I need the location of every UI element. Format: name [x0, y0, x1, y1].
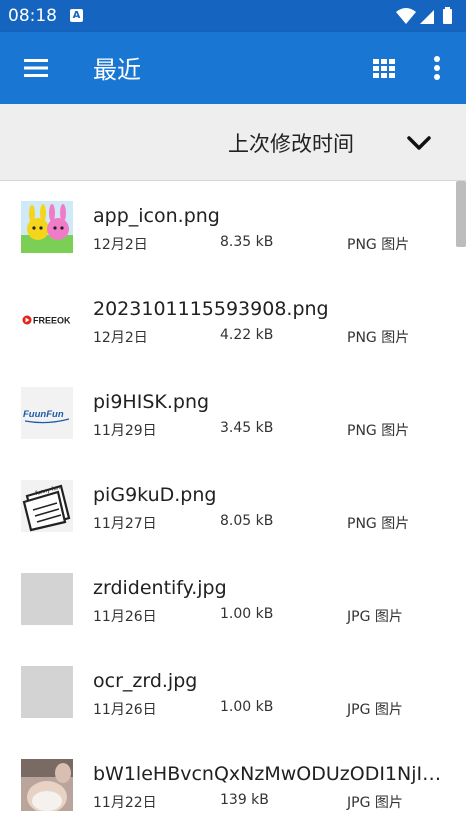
file-row[interactable]: bW1leHBvcnQxNzMwODUzODI1NjI3... 11月22日 1…: [0, 739, 455, 828]
status-icons: [396, 7, 452, 24]
file-type: PNG 图片: [347, 516, 410, 532]
file-row[interactable]: FREEOK 2023101115593908.png 12月2日 4.22 k…: [0, 274, 455, 367]
freeok-text: FREEOK: [33, 316, 71, 326]
cell-signal-icon: [420, 10, 434, 24]
file-name: 2023101115593908.png: [93, 298, 329, 320]
file-date: 11月27日: [93, 516, 157, 532]
file-row[interactable]: funny-fun piG9kuD.png 11月27日 8.05 kB PNG…: [0, 460, 455, 553]
chevron-down-icon[interactable]: [404, 130, 434, 156]
file-type: PNG 图片: [347, 237, 410, 253]
file-type: JPG 图片: [347, 795, 403, 811]
file-date: 11月26日: [93, 702, 157, 718]
file-size: 8.35 kB: [220, 234, 274, 250]
status-bar: 08:18 A: [0, 0, 466, 32]
status-time: 08:18: [8, 6, 57, 26]
cartoon-bunnies-thumbnail: [21, 201, 73, 253]
file-row[interactable]: FuunFun pi9HISK.png 11月29日 3.45 kB PNG 图…: [0, 367, 455, 460]
file-name: piG9kuD.png: [93, 484, 217, 506]
newspaper-icon-thumbnail: funny-fun: [21, 480, 73, 532]
file-date: 11月22日: [93, 795, 157, 811]
sort-bar[interactable]: 上次修改时间: [0, 104, 466, 181]
fuunfun-logo-thumbnail: FuunFun: [21, 387, 73, 439]
file-size: 3.45 kB: [220, 420, 274, 436]
file-date: 11月26日: [93, 609, 157, 625]
file-name: bW1leHBvcnQxNzMwODUzODI1NjI3...: [93, 763, 445, 785]
blank-gray-thumbnail: [21, 573, 73, 625]
file-type: PNG 图片: [347, 423, 410, 439]
file-size: 8.05 kB: [220, 513, 274, 529]
notification-a-icon: A: [70, 9, 83, 22]
photo-thumbnail: [21, 759, 73, 811]
page-title: 最近: [93, 56, 141, 84]
file-name: zrdidentify.jpg: [93, 577, 227, 599]
file-size: 1.00 kB: [220, 606, 274, 622]
wifi-icon: [396, 8, 416, 24]
file-size: 139 kB: [220, 792, 269, 808]
file-size: 1.00 kB: [220, 699, 274, 715]
file-type: PNG 图片: [347, 330, 410, 346]
freeok-logo-thumbnail: FREEOK: [21, 294, 73, 346]
file-date: 12月2日: [93, 237, 148, 253]
file-type: JPG 图片: [347, 702, 403, 718]
battery-icon: [443, 9, 452, 24]
more-vert-icon[interactable]: [426, 52, 448, 84]
file-type: JPG 图片: [347, 609, 403, 625]
grid-view-icon[interactable]: [370, 54, 398, 82]
fuunfun-text: FuunFun: [23, 409, 64, 420]
file-name: app_icon.png: [93, 205, 220, 227]
file-date: 12月2日: [93, 330, 148, 346]
file-row[interactable]: zrdidentify.jpg 11月26日 1.00 kB JPG 图片: [0, 553, 455, 646]
file-date: 11月29日: [93, 423, 157, 439]
app-bar: 最近: [0, 32, 466, 104]
file-name: pi9HISK.png: [93, 391, 210, 413]
file-size: 4.22 kB: [220, 327, 274, 343]
file-row[interactable]: ocr_zrd.jpg 11月26日 1.00 kB JPG 图片: [0, 646, 455, 739]
file-row[interactable]: app_icon.png 12月2日 8.35 kB PNG 图片: [0, 181, 455, 274]
file-list: app_icon.png 12月2日 8.35 kB PNG 图片 FREEOK…: [0, 181, 466, 828]
hamburger-menu-icon[interactable]: [22, 54, 50, 82]
scrollbar[interactable]: [456, 181, 466, 247]
blank-gray-thumbnail: [21, 666, 73, 718]
file-name: ocr_zrd.jpg: [93, 670, 198, 692]
sort-label[interactable]: 上次修改时间: [228, 128, 354, 158]
